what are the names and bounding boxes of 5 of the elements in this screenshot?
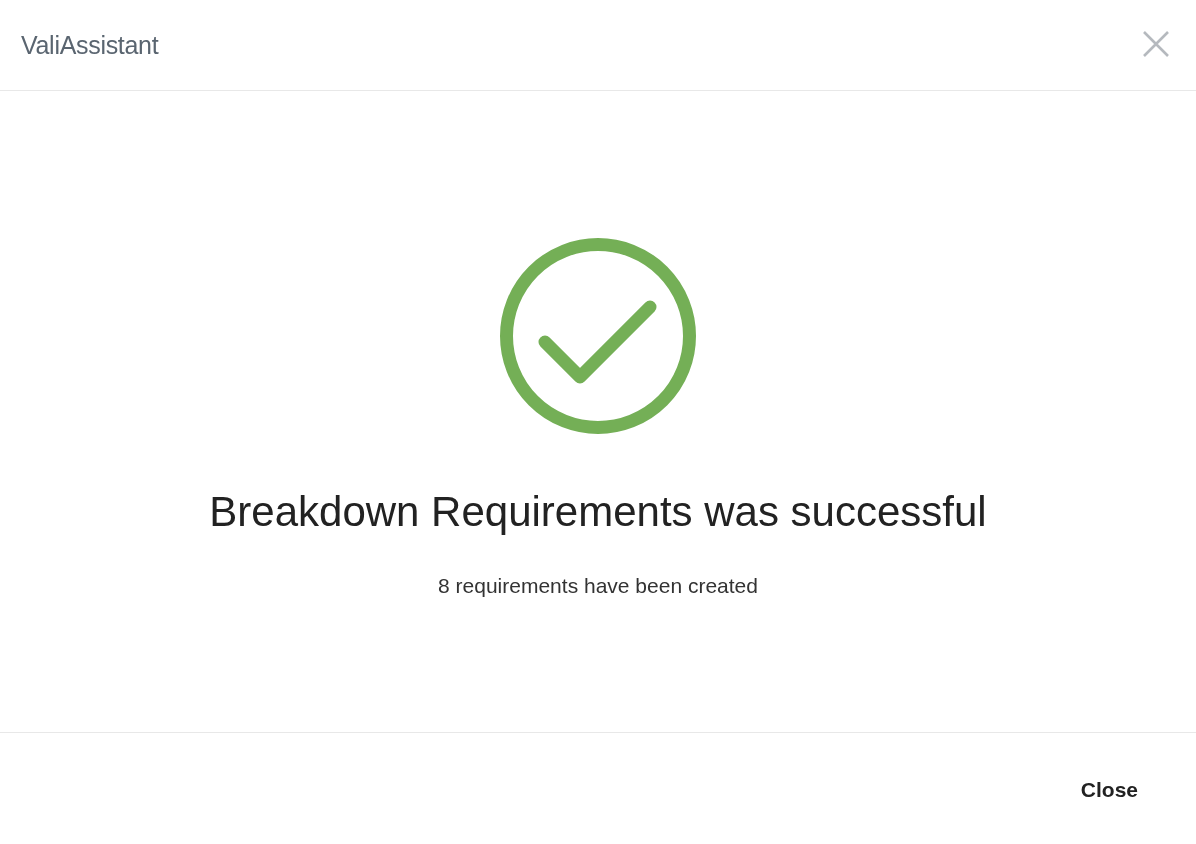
dialog-title: ValiAssistant [21, 30, 159, 60]
result-heading: Breakdown Requirements was successful [209, 487, 987, 537]
check-circle-icon [500, 238, 696, 434]
close-icon[interactable] [1142, 30, 1170, 58]
result-detail: 8 requirements have been created [438, 573, 758, 599]
